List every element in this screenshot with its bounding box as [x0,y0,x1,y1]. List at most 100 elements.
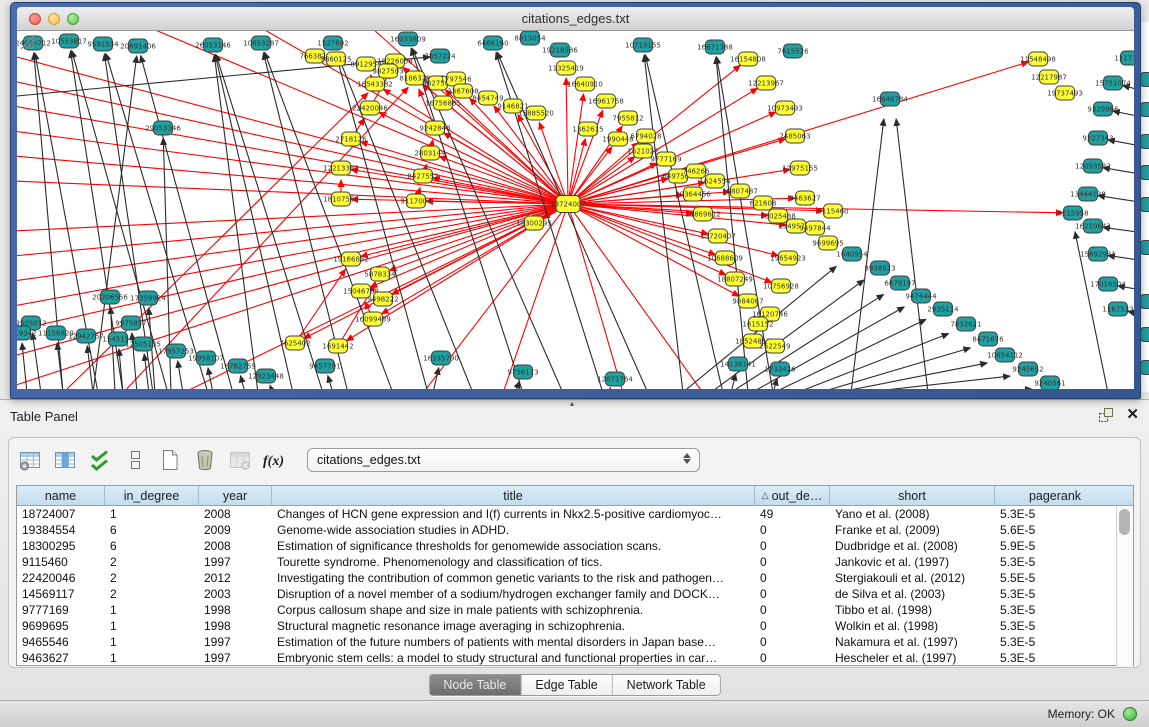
citation-edge-red[interactable] [17,156,568,204]
table-row[interactable]: 1456911722003Disruption of a novel membe… [17,586,1133,602]
delete-table-icon[interactable] [192,447,218,473]
paper-node-teal[interactable]: 10553817 [51,34,87,48]
citation-edge-red[interactable] [17,181,568,204]
paper-node-yellow[interactable]: 16543382 [357,77,393,91]
column-header-year[interactable]: year [199,486,272,505]
paper-node-yellow[interactable]: 9242848 [419,121,450,135]
paper-node-yellow[interactable]: 19166852 [333,252,369,266]
table-settings-icon[interactable] [17,447,43,473]
paper-node-teal[interactable]: 1527602 [317,36,348,50]
citation-edge-black[interactable] [270,385,273,389]
tab-edge-table[interactable]: Edge Table [521,675,612,695]
scrollbar-thumb[interactable] [1119,509,1130,535]
citation-edge-black[interactable] [57,343,63,389]
paper-node-yellow[interactable]: 6794028 [630,129,661,143]
paper-node-yellow[interactable]: 11325419 [548,61,584,75]
citation-edge-black[interactable] [608,388,611,389]
zoom-window-icon[interactable] [67,13,79,25]
paper-node-teal[interactable]: 6679197 [884,276,915,290]
paper-node-teal[interactable]: 17016504 [1090,277,1126,291]
paper-node-teal[interactable]: 10719155 [625,38,661,52]
paper-node-teal[interactable]: 20206556 [92,290,128,304]
paper-node-teal[interactable]: 7615526 [777,44,809,58]
paper-node-yellow[interactable]: 16961758 [588,94,624,108]
citation-edge-black[interactable] [32,333,41,389]
column-visibility-icon[interactable] [52,447,78,473]
paper-node-yellow[interactable]: 7955812 [612,111,643,125]
citation-edge-black[interactable] [858,376,1010,389]
paper-node-teal[interactable]: 10654112 [987,348,1023,362]
citation-edge-black[interactable] [141,56,233,389]
paper-node-teal[interactable]: 8813054 [514,31,546,45]
paper-node-yellow[interactable]: 15720407 [700,229,736,243]
paper-node-teal[interactable]: 14136141 [720,357,756,371]
paper-node-yellow[interactable]: 10973493 [767,101,803,115]
window-titlebar[interactable]: citations_edges.txt [17,7,1134,31]
citation-edge-red[interactable] [17,106,568,204]
paper-node-teal[interactable]: 1167533 [1102,302,1133,316]
paper-node-yellow[interactable]: 18807249 [717,272,753,286]
table-row[interactable]: 946554611997Estimation of the future num… [17,634,1133,650]
paper-node-teal[interactable]: 16648784 [872,92,908,106]
tab-network-table[interactable]: Network Table [613,675,720,695]
citation-edge-black[interactable] [111,307,115,389]
float-panel-icon[interactable] [1098,407,1114,423]
memory-ok-indicator[interactable] [1123,707,1137,721]
paper-node-teal[interactable]: 1640954 [836,247,868,261]
close-panel-icon[interactable]: ✕ [1126,406,1139,424]
table-selector-dropdown[interactable]: citations_edges.txt [307,448,700,472]
citation-edge-black[interactable] [214,55,258,389]
column-header-in_degree[interactable]: in_degree [105,486,199,505]
new-table-icon[interactable] [157,447,183,473]
column-header-name[interactable]: name [17,486,105,505]
paper-node-teal[interactable]: 15692931 [1080,247,1116,261]
paper-node-yellow[interactable]: 11548498 [1020,52,1056,66]
citation-edge-black[interactable] [328,376,333,389]
paper-node-teal[interactable]: 2935114 [927,302,959,316]
paper-node-teal[interactable]: 15751074 [1095,76,1131,90]
paper-node-yellow[interactable]: 19654923 [770,251,806,265]
citation-edge-black[interactable] [241,376,245,389]
paper-node-teal[interactable]: 12923448 [248,369,284,383]
paper-node-yellow[interactable]: 19737493 [1047,86,1083,100]
select-all-icon[interactable] [87,447,113,473]
paper-node-teal[interactable]: 6466160 [477,36,508,50]
paper-node-yellow[interactable]: 10688609 [707,251,743,265]
paper-node-teal[interactable]: 10653287 [243,36,279,50]
paper-node-teal[interactable]: 9457791 [309,359,340,373]
paper-node-yellow[interactable]: 16154808 [730,52,766,66]
column-header-title[interactable]: title [272,486,755,505]
paper-node-teal[interactable]: 16033809 [390,32,426,46]
paper-node-teal[interactable]: 12871764 [597,372,633,386]
paper-node-teal[interactable]: 16782759 [220,359,256,373]
network-window[interactable]: citations_edges.txt 24055712105538179591… [10,2,1141,399]
resize-grip-icon[interactable] [17,31,37,51]
citation-edge-red[interactable] [494,106,568,204]
paper-node-teal[interactable]: 26053146 [195,38,231,52]
paper-node-yellow[interactable]: 1990448 [602,132,633,146]
paper-node-teal[interactable]: 20691406 [120,39,156,53]
table-row[interactable]: 1830029562008Estimation of significance … [17,538,1133,554]
paper-node-yellow[interactable]: 16640910 [567,77,603,91]
paper-node-yellow[interactable]: 12213967 [748,76,784,90]
paper-node-teal[interactable]: 1117104 [1114,51,1134,65]
paper-node-teal[interactable]: 13444139 [1070,187,1106,201]
paper-node-yellow[interactable]: 14869612 [685,207,721,221]
table-row[interactable]: 977716911998Corpus callosum shape and si… [17,602,1133,618]
paper-node-teal[interactable]: 8215958 [1057,206,1088,220]
paper-node-yellow[interactable]: 12217987 [1031,70,1067,84]
paper-node-yellow[interactable]: 2718126 [335,132,367,146]
paper-node-yellow[interactable]: 1691442 [322,339,353,353]
table-row[interactable]: 1938455462009Genome-wide association stu… [17,522,1133,538]
network-canvas[interactable]: 2405571210553817959153420691406260531461… [17,31,1134,389]
paper-node-yellow[interactable]: 2803144 [414,146,446,160]
citation-edge-black[interactable] [515,381,519,389]
table-scrollbar[interactable] [1116,506,1133,666]
column-header-pagerank[interactable]: pagerank [995,486,1115,505]
paper-node-teal[interactable]: 29053346 [145,121,181,135]
paper-node-teal[interactable]: 12093582 [1075,159,1111,173]
paper-node-yellow[interactable]: 8427552 [407,169,438,183]
paper-node-yellow[interactable]: 1362615 [572,122,603,136]
table-row[interactable]: 946362711997Embryonic stem cells: a mode… [17,650,1133,666]
paper-node-teal[interactable]: 16210643 [1075,219,1111,233]
